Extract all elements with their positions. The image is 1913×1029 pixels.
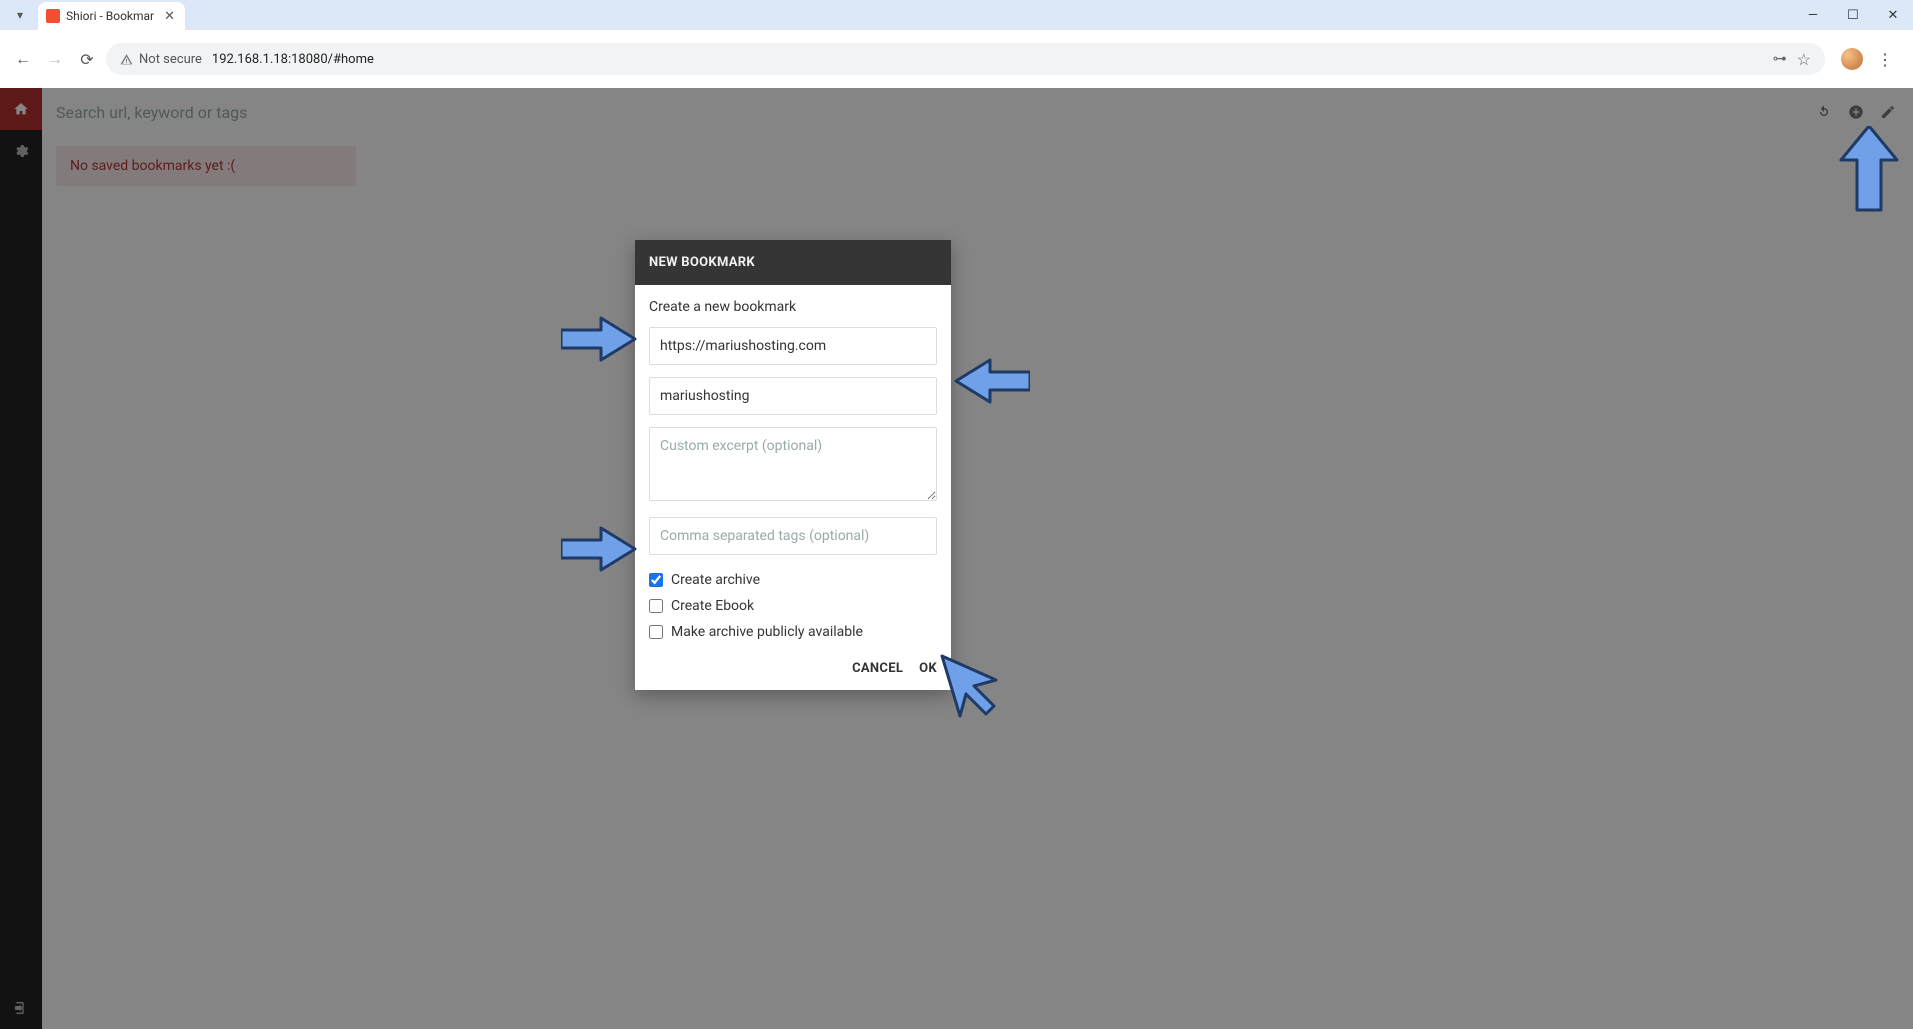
dialog-title: NEW BOOKMARK (635, 240, 951, 285)
profile-avatar[interactable] (1841, 48, 1863, 70)
create-archive-row[interactable]: Create archive (649, 567, 937, 593)
bookmark-excerpt-input[interactable] (649, 427, 937, 501)
tabs-dropdown-icon[interactable]: ▾ (10, 8, 30, 22)
key-icon[interactable]: ⊶ (1773, 51, 1787, 67)
shiori-app: No saved bookmarks yet :( NEW BOOKMARK C… (0, 88, 1913, 1029)
modal-overlay[interactable] (0, 88, 1913, 1029)
make-public-row[interactable]: Make archive publicly available (649, 619, 937, 645)
browser-menu-icon[interactable]: ⋮ (1877, 50, 1893, 69)
forward-button[interactable]: → (42, 46, 68, 72)
cancel-button[interactable]: CANCEL (852, 661, 903, 676)
make-public-checkbox[interactable] (649, 625, 663, 639)
window-controls: — ☐ ✕ (1793, 0, 1913, 30)
browser-chrome: ▾ Shiori - Bookmar ✕ — ☐ ✕ ← → ⟳ Not sec… (0, 0, 1913, 88)
omnibox[interactable]: Not secure 192.168.1.18:18080/#home ⊶ ☆ (106, 43, 1825, 75)
create-ebook-checkbox[interactable] (649, 599, 663, 613)
tab-favicon-icon (46, 9, 60, 23)
dialog-subtitle: Create a new bookmark (649, 299, 937, 315)
not-secure-indicator[interactable]: Not secure (120, 52, 202, 67)
warning-icon (120, 53, 133, 66)
create-ebook-label: Create Ebook (671, 598, 754, 614)
url-text: 192.168.1.18:18080/#home (212, 52, 374, 67)
make-public-label: Make archive publicly available (671, 624, 863, 640)
address-right: ⋮ (1831, 48, 1903, 70)
bookmark-tags-input[interactable] (649, 517, 937, 555)
not-secure-label: Not secure (139, 52, 202, 67)
minimize-button[interactable]: — (1793, 0, 1833, 30)
address-row: ← → ⟳ Not secure 192.168.1.18:18080/#hom… (0, 30, 1913, 88)
dialog-body: Create a new bookmark Create archive Cre… (635, 285, 951, 649)
browser-tab[interactable]: Shiori - Bookmar ✕ (38, 2, 185, 30)
maximize-button[interactable]: ☐ (1833, 0, 1873, 30)
create-archive-checkbox[interactable] (649, 573, 663, 587)
create-archive-label: Create archive (671, 572, 760, 588)
bookmark-star-icon[interactable]: ☆ (1797, 50, 1811, 69)
ok-button[interactable]: OK (919, 661, 937, 676)
close-tab-icon[interactable]: ✕ (164, 9, 175, 24)
tab-title: Shiori - Bookmar (66, 9, 154, 23)
bookmark-url-input[interactable] (649, 327, 937, 365)
main-area: No saved bookmarks yet :( NEW BOOKMARK C… (42, 88, 1913, 1029)
create-ebook-row[interactable]: Create Ebook (649, 593, 937, 619)
new-bookmark-dialog: NEW BOOKMARK Create a new bookmark Creat… (635, 240, 951, 690)
back-button[interactable]: ← (10, 46, 36, 72)
bookmark-title-input[interactable] (649, 377, 937, 415)
dialog-footer: CANCEL OK (635, 649, 951, 690)
close-window-button[interactable]: ✕ (1873, 0, 1913, 30)
tab-strip: ▾ Shiori - Bookmar ✕ — ☐ ✕ (0, 0, 1913, 30)
reload-button[interactable]: ⟳ (74, 46, 100, 72)
